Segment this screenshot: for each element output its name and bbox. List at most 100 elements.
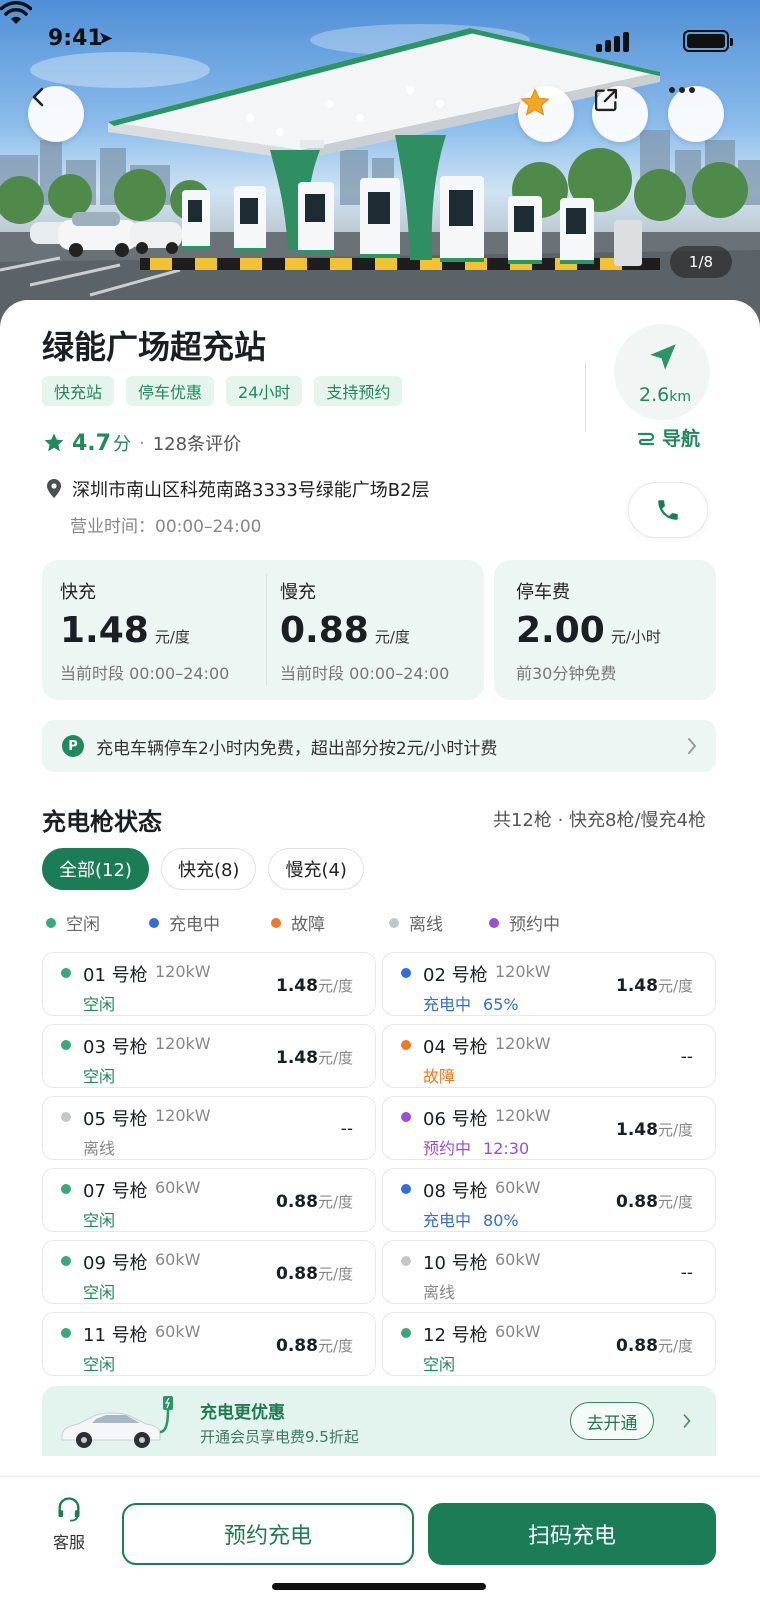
status-dot-icon [61, 1256, 71, 1266]
filter-fast[interactable]: 快充(8) [160, 848, 257, 890]
gun-status: 预约中 12:30 [423, 1135, 529, 1159]
gun-status-extra: 80% [483, 1211, 519, 1230]
favorite-button[interactable] [518, 86, 574, 142]
distance-value: 2.6 [639, 384, 670, 406]
gun-name: 08 号枪 [423, 1181, 488, 1202]
gun-price: 1.48元/度 [616, 1119, 693, 1140]
distance-unit: km [669, 389, 691, 405]
gun-card[interactable]: 02 号枪 120kW 充电中 65% 1.48元/度 [382, 952, 716, 1016]
status-dot-icon [61, 1112, 71, 1122]
gun-price-unit: 元/度 [657, 1337, 693, 1355]
gun-power: 60kW [155, 1178, 201, 1197]
status-legend: 空闲 充电中 故障 离线 预约中 [46, 910, 560, 935]
gun-price: 0.88元/度 [616, 1335, 693, 1356]
scan-to-charge-button[interactable]: 扫码充电 [428, 1503, 716, 1565]
gun-status-text: 充电中 [423, 995, 472, 1014]
gun-card[interactable]: 04 号枪 120kW 故障 -- [382, 1024, 716, 1088]
gun-price-value: 1.48 [275, 976, 318, 996]
gun-price: 1.48元/度 [276, 975, 353, 996]
status-bar: 9:41 ➤ [0, 0, 760, 80]
charge-price-card: 快充 1.48 元/度 当前时段 00:00–24:00 慢充 0.88 元/度 当… [42, 560, 484, 700]
gun-price-value: 1.48 [275, 1048, 318, 1068]
gun-price-value: -- [680, 1263, 693, 1283]
reserve-charging-button[interactable]: 预约充电 [122, 1503, 414, 1565]
status-dot-icon [271, 917, 281, 928]
gun-price-value: 1.48 [615, 976, 658, 996]
call-button[interactable] [628, 482, 708, 538]
cellular-signal-icon [596, 30, 630, 52]
parking-notice-text: 充电车辆停车2小时内免费，超出部分按2元/小时计费 [96, 738, 498, 759]
gun-card[interactable]: 05 号枪 120kW 离线 -- [42, 1096, 376, 1160]
service-label: 客服 [52, 1533, 85, 1552]
gun-status-extra: 65% [483, 995, 519, 1014]
detail-sheet: 绿能广场超充站 快充站 停车优惠 24小时 支持预约 4.7 分 · 128条评… [0, 300, 760, 1602]
gun-price: 1.48元/度 [276, 1047, 353, 1068]
legend-label: 离线 [409, 915, 443, 935]
gun-power: 120kW [155, 1106, 211, 1125]
activate-button[interactable]: 去开通 [570, 1402, 654, 1440]
more-dots-icon [669, 87, 695, 93]
star-icon [44, 433, 64, 452]
gun-card[interactable]: 10 号枪 60kW 离线 -- [382, 1240, 716, 1304]
status-dot-icon [401, 1184, 411, 1194]
gun-card[interactable]: 12 号枪 60kW 空闲 0.88元/度 [382, 1312, 716, 1376]
navigate-link[interactable]: 导航 [636, 424, 700, 451]
navigation-arrow-icon [650, 344, 676, 370]
filter-all[interactable]: 全部(12) [42, 848, 149, 890]
gun-status: 空闲 [83, 1063, 127, 1087]
route-icon [637, 432, 655, 445]
legend-fault: 故障 [271, 910, 389, 935]
gun-status: 空闲 [83, 1279, 127, 1303]
bottom-action-bar: 客服 预约充电 扫码充电 [0, 1476, 760, 1602]
distance: 2.6km [620, 384, 710, 406]
gun-price-unit: 元/度 [317, 1265, 353, 1283]
filter-slow[interactable]: 慢充(4) [268, 848, 364, 890]
gun-filter-tabs: 全部(12) 快充(8) 慢充(4) [42, 848, 364, 890]
price-value: 1.48 [60, 610, 149, 651]
membership-promo[interactable]: 充电更优惠 开通会员享电费9.5折起 去开通 [42, 1386, 716, 1456]
legend-charging: 充电中 [149, 910, 271, 935]
gun-card[interactable]: 11 号枪 60kW 空闲 0.88元/度 [42, 1312, 376, 1376]
status-dot-icon [61, 968, 71, 978]
status-dot-icon [401, 1040, 411, 1050]
gun-status-text: 空闲 [83, 995, 116, 1014]
parking-p-icon: P [62, 735, 84, 757]
price-value: 0.88 [280, 610, 369, 651]
price-section: 快充 1.48 元/度 当前时段 00:00–24:00 慢充 0.88 元/度 当… [42, 560, 716, 700]
status-dot-icon [401, 1328, 411, 1338]
gun-status-text: 空闲 [423, 1355, 456, 1374]
gun-card[interactable]: 07 号枪 60kW 空闲 0.88元/度 [42, 1168, 376, 1232]
gun-card[interactable]: 01 号枪 120kW 空闲 1.48元/度 [42, 952, 376, 1016]
star-icon [520, 88, 550, 116]
gun-price-value: 0.88 [275, 1336, 318, 1356]
gun-status-text: 空闲 [83, 1211, 116, 1230]
gun-name: 05 号枪 [83, 1109, 148, 1130]
gun-status-extra: 12:30 [483, 1139, 530, 1158]
more-button[interactable] [668, 86, 724, 142]
gun-card[interactable]: 03 号枪 120kW 空闲 1.48元/度 [42, 1024, 376, 1088]
gun-power: 60kW [495, 1322, 541, 1341]
wifi-icon [0, 1, 32, 24]
hero-image[interactable]: 9:41 ➤ 1/8 [0, 0, 760, 330]
gun-card[interactable]: 06 号枪 120kW 预约中 12:30 1.48元/度 [382, 1096, 716, 1160]
gun-name: 10 号枪 [423, 1253, 488, 1274]
status-dot-icon [61, 1328, 71, 1338]
gun-name: 03 号枪 [83, 1037, 148, 1058]
rating-row[interactable]: 4.7 分 · 128条评价 [42, 430, 241, 456]
gun-status: 空闲 [83, 1351, 127, 1375]
gun-status-text: 预约中 [423, 1139, 472, 1158]
back-button[interactable] [28, 86, 84, 142]
gun-card[interactable]: 08 号枪 60kW 充电中 80% 0.88元/度 [382, 1168, 716, 1232]
slow-charge-period: 当前时段 00:00–24:00 [280, 664, 450, 683]
customer-service-button[interactable]: 客服 [48, 1495, 90, 1553]
gun-card[interactable]: 09 号枪 60kW 空闲 0.88元/度 [42, 1240, 376, 1304]
gun-status-text: 空闲 [83, 1355, 116, 1374]
share-button[interactable] [592, 86, 648, 142]
parking-notice[interactable]: P 充电车辆停车2小时内免费，超出部分按2元/小时计费 [42, 720, 716, 772]
gun-price: 0.88元/度 [616, 1191, 693, 1212]
divider [585, 362, 586, 432]
status-dot-icon [61, 1040, 71, 1050]
gun-name: 04 号枪 [423, 1037, 488, 1058]
gun-price: 0.88元/度 [276, 1263, 353, 1284]
gun-price-unit: 元/度 [657, 1193, 693, 1211]
